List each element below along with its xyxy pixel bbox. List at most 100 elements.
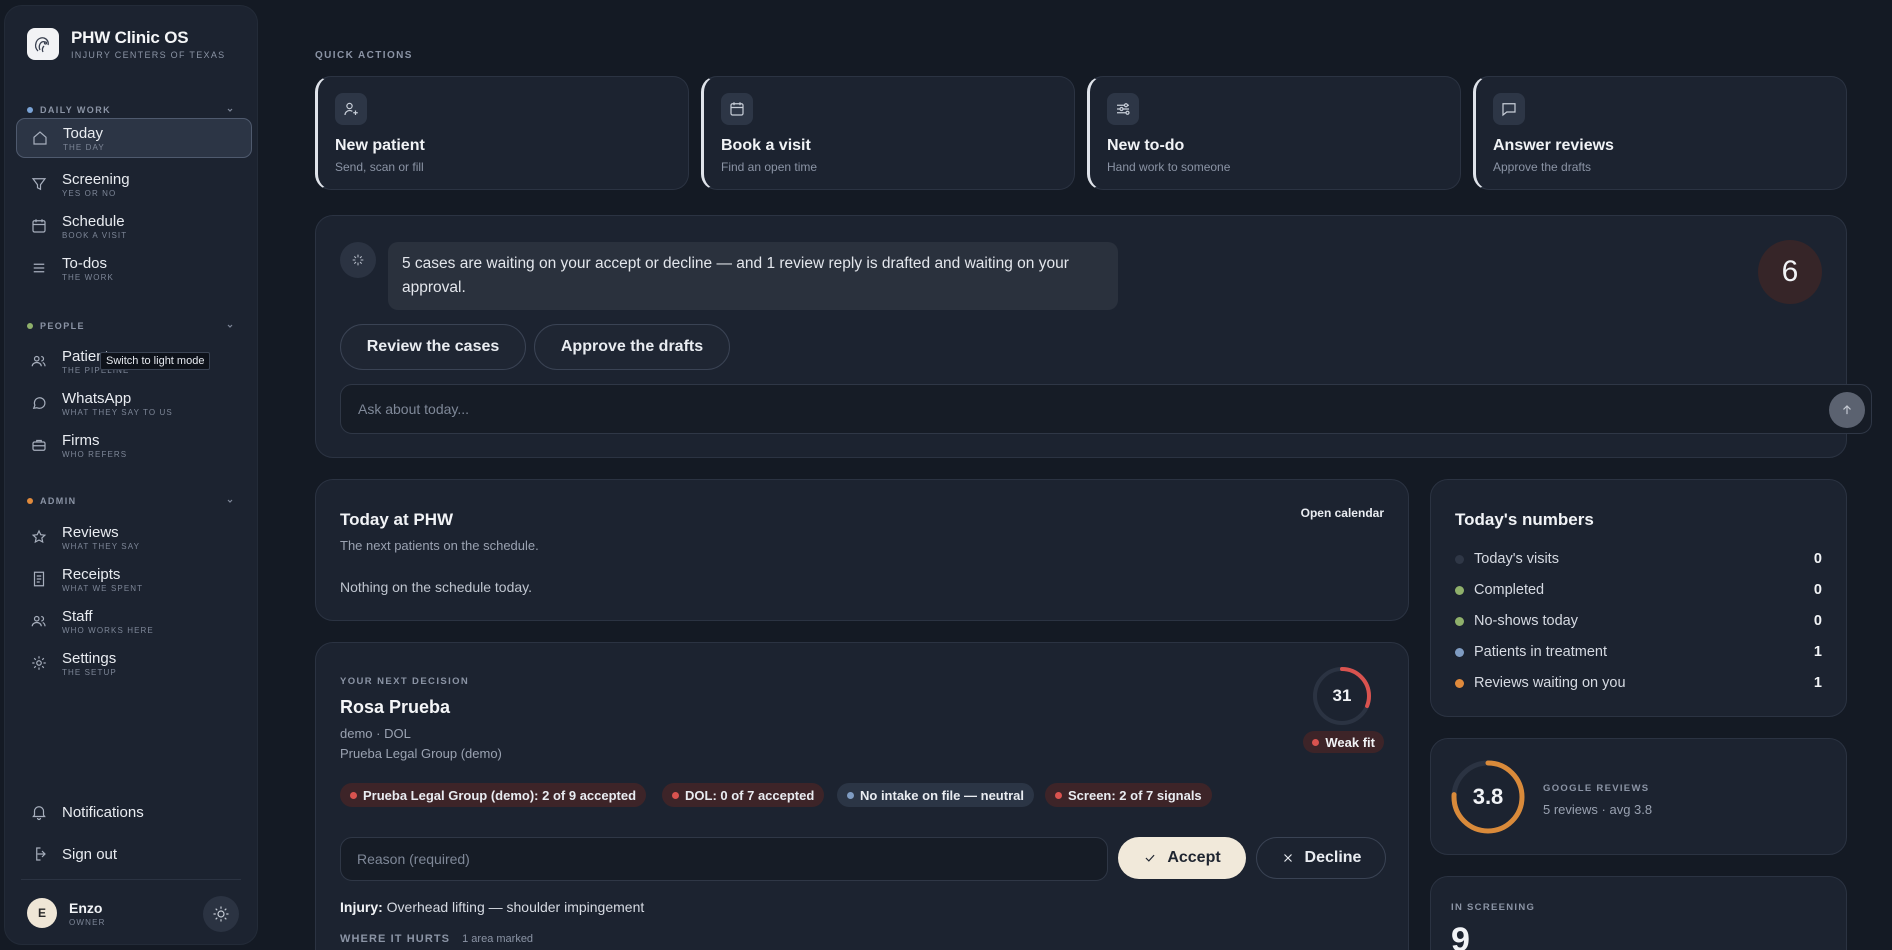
google-label: GOOGLE REVIEWS (1543, 783, 1650, 794)
numbers-title: Today's numbers (1455, 510, 1594, 529)
decline-button[interactable]: Decline (1256, 837, 1386, 879)
section-label: ADMIN (40, 496, 77, 506)
stat-row[interactable]: Patients in treatment 1 (1455, 643, 1822, 661)
notifications-button[interactable]: Notifications (16, 794, 252, 830)
user-profile[interactable]: E Enzo OWNER (27, 898, 106, 928)
screening-label: IN SCREENING (1451, 902, 1536, 913)
stat-value: 1 (1813, 644, 1822, 660)
where-label: WHERE IT HURTS (340, 933, 451, 945)
stat-label: Completed (1474, 582, 1545, 598)
chip-text: Screen: 2 of 7 signals (1068, 787, 1202, 803)
notifications-label: Notifications (62, 803, 144, 821)
brand[interactable]: PHW Clinic OS INJURY CENTERS OF TEXAS (27, 28, 225, 60)
open-calendar-link[interactable]: Open calendar (1301, 506, 1384, 520)
section-daily-work[interactable]: DAILY WORK (27, 103, 235, 117)
section-dot-icon (27, 323, 33, 329)
stat-row[interactable]: Reviews waiting on you 1 (1455, 674, 1822, 692)
calendar-icon (721, 93, 753, 125)
list-icon (33, 263, 45, 273)
review-cases-button[interactable]: Review the cases (340, 324, 526, 370)
section-people[interactable]: PEOPLE (27, 319, 235, 333)
today-panel: Today at PHW Open calendar The next pati… (315, 479, 1409, 621)
status-dot-icon (1455, 616, 1464, 626)
close-icon (1283, 854, 1292, 862)
star-icon (31, 529, 47, 544)
signal-chip: DOL: 0 of 7 accepted (662, 783, 825, 807)
reason-placeholder: Reason (required) (357, 851, 470, 867)
quick-action-answer-reviews[interactable]: Answer reviews Approve the drafts (1473, 76, 1847, 190)
sidebar-item-reviews[interactable]: Reviews WHAT THEY SAY (16, 517, 252, 557)
status-dot-icon (1455, 585, 1464, 595)
quick-action-new-todo[interactable]: New to-do Hand work to someone (1087, 76, 1461, 190)
pending-count-badge: 6 (1758, 240, 1822, 304)
sidebar-item-staff[interactable]: Staff WHO WORKS HERE (16, 601, 252, 641)
stat-row[interactable]: Completed 0 (1455, 581, 1822, 599)
nav-label: Reviews (62, 523, 119, 541)
fit-label: Weak fit (1325, 734, 1375, 750)
quick-action-book-visit[interactable]: Book a visit Find an open time (701, 76, 1075, 190)
assistant-panel: 5 cases are waiting on your accept or de… (315, 215, 1872, 458)
accept-button[interactable]: Accept (1118, 837, 1246, 879)
qa-sub: Find an open time (721, 160, 818, 174)
approve-drafts-button[interactable]: Approve the drafts (534, 324, 730, 370)
qa-sub: Send, scan or fill (335, 160, 424, 174)
fit-score: 31 (1332, 686, 1352, 705)
decision-panel: YOUR NEXT DECISION Rosa Prueba demo · DO… (315, 642, 1409, 950)
screening-panel[interactable]: IN SCREENING 9 (1430, 876, 1847, 950)
section-admin[interactable]: ADMIN (27, 494, 235, 508)
filter-icon (31, 178, 47, 191)
nav-label: To-dos (62, 254, 108, 272)
user-role: OWNER (69, 917, 106, 927)
user-name: Enzo (69, 899, 103, 916)
bell-icon (32, 806, 46, 821)
sign-out-button[interactable]: Sign out (16, 836, 252, 872)
sidebar-item-settings[interactable]: Settings THE SETUP (16, 643, 252, 683)
stat-row[interactable]: No-shows today 0 (1455, 612, 1822, 630)
section-label: PEOPLE (40, 321, 85, 331)
rating-gauge: 3.8 (1449, 758, 1527, 836)
ask-input[interactable]: Ask about today... (340, 384, 1872, 434)
reason-input[interactable]: Reason (required) (340, 837, 1108, 881)
users-icon (31, 615, 46, 627)
quick-action-new-patient[interactable]: New patient Send, scan or fill (315, 76, 689, 190)
nav-sub: THE DAY (63, 142, 105, 152)
nav-sub: WHAT THEY SAY TO US (62, 407, 173, 417)
nav-sub: YES OR NO (62, 188, 117, 198)
message-icon (1493, 93, 1525, 125)
arrow-up-icon (1843, 405, 1851, 415)
stat-label: Patients in treatment (1474, 644, 1607, 660)
stat-value: 0 (1813, 582, 1822, 598)
sidebar-item-screening[interactable]: Screening YES OR NO (16, 164, 252, 204)
sliders-icon (1107, 93, 1139, 125)
nav-label: Today (63, 124, 104, 142)
today-subtitle: The next patients on the schedule. (340, 538, 539, 553)
sidebar-item-receipts[interactable]: Receipts WHAT WE SPENT (16, 559, 252, 599)
sidebar-item-todos[interactable]: To-dos THE WORK (16, 248, 252, 288)
calendar-icon (32, 219, 46, 233)
nav-label: Schedule (62, 212, 125, 230)
nav-label: Settings (62, 649, 117, 667)
status-dot-icon (1455, 554, 1464, 564)
stat-row[interactable]: Today's visits 0 (1455, 550, 1822, 568)
users-icon (31, 355, 46, 367)
fit-badge: Weak fit (1303, 731, 1384, 753)
assistant-message: 5 cases are waiting on your accept or de… (388, 242, 1118, 310)
patient-firm: Prueba Legal Group (demo) (340, 746, 502, 761)
accept-label: Accept (1167, 849, 1221, 866)
section-label: DAILY WORK (40, 105, 112, 115)
rating-value: 3.8 (1472, 784, 1504, 809)
sidebar: PHW Clinic OS INJURY CENTERS OF TEXAS DA… (4, 5, 258, 945)
nav-sub: BOOK A VISIT (62, 230, 128, 240)
theme-toggle-button[interactable] (203, 896, 239, 932)
sidebar-item-firms[interactable]: Firms WHO REFERS (16, 425, 252, 465)
sidebar-item-schedule[interactable]: Schedule BOOK A VISIT (16, 206, 252, 246)
ask-placeholder: Ask about today... (358, 401, 470, 417)
google-reviews-panel[interactable]: 3.8 GOOGLE REVIEWS 5 reviews · avg 3.8 (1430, 738, 1847, 855)
nav-sub: WHO REFERS (62, 449, 128, 459)
nav-label: Firms (62, 431, 100, 449)
decline-label: Decline (1304, 849, 1362, 866)
sidebar-item-today[interactable]: Today THE DAY (16, 118, 252, 158)
send-button[interactable] (1829, 392, 1865, 428)
sidebar-item-whatsapp[interactable]: WhatsApp WHAT THEY SAY TO US (16, 383, 252, 423)
patient-name[interactable]: Rosa Prueba (340, 697, 450, 718)
